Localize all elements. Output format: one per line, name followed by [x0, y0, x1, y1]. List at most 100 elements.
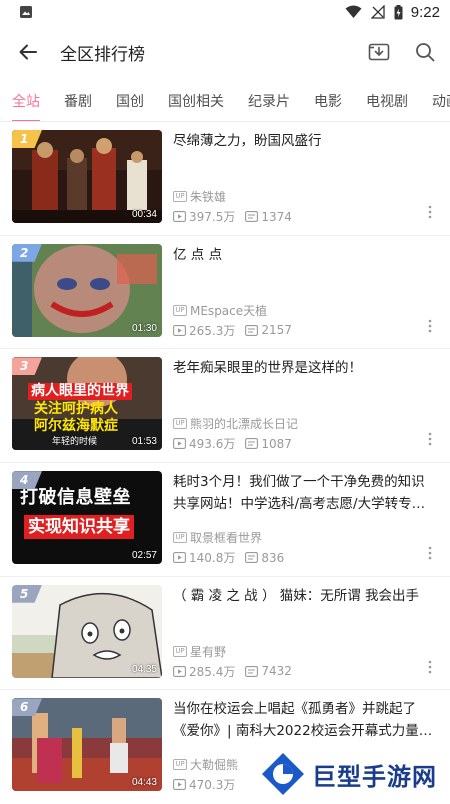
- danmaku-count-icon: [245, 324, 259, 336]
- video-title: 老年痴呆眼里的世界是这样的！: [173, 360, 362, 377]
- danmaku-count: 1374: [261, 209, 292, 224]
- view-count: 470.3万: [189, 778, 236, 793]
- video-duration: 01:53: [131, 436, 157, 448]
- list-item[interactable]: 病人眼里的世界 关注呵护病人 阿尔兹海默症 年轻的时候 3 01:53 老年痴呆…: [0, 349, 450, 464]
- more-options-button[interactable]: [422, 545, 438, 561]
- watermark-logo-icon: [262, 753, 304, 795]
- more-vertical-icon: [428, 319, 432, 332]
- back-button[interactable]: [0, 24, 56, 80]
- uploader-name: 星有野: [190, 644, 227, 659]
- thumbnail-caption: 病人眼里的世界: [28, 383, 132, 401]
- tab-tv-series[interactable]: 电视剧: [354, 80, 420, 121]
- more-vertical-icon: [428, 660, 432, 674]
- video-duration: 02:57: [131, 550, 157, 562]
- uploader-name: 朱铁雄: [190, 190, 227, 204]
- uploader: UP 大勒倔熊: [173, 756, 238, 773]
- danmaku-count-icon: [245, 438, 259, 450]
- tab-guochuang[interactable]: 国创: [104, 80, 156, 121]
- thumbnail-caption: 阿尔兹海默症: [34, 418, 118, 435]
- video-duration: 04:35: [131, 663, 157, 675]
- app-bar: 全区排行榜: [0, 24, 450, 80]
- video-duration: 01:30: [131, 322, 157, 334]
- clock: 9:22: [410, 3, 440, 21]
- download-button[interactable]: [356, 24, 402, 80]
- up-badge-icon: UP: [173, 645, 187, 657]
- video-stats: 493.6万 1087: [173, 435, 302, 452]
- video-stats: 140.8万 836: [173, 549, 294, 566]
- page-title: 全区排行榜: [60, 44, 145, 65]
- tab-movie[interactable]: 电影: [302, 80, 354, 121]
- up-badge-icon: UP: [173, 304, 187, 316]
- more-options-button[interactable]: [422, 659, 438, 675]
- watermark: 巨型手游网: [260, 748, 450, 800]
- more-options-button[interactable]: [422, 204, 438, 220]
- more-options-button[interactable]: [422, 431, 438, 447]
- tab-documentary[interactable]: 纪录片: [236, 80, 302, 121]
- gallery-notification-icon: [19, 5, 33, 19]
- uploader-name: 熊羽的北漂成长日记: [190, 417, 299, 432]
- status-bar: 9:22: [0, 0, 450, 24]
- danmaku-count-icon: [245, 211, 259, 222]
- thumbnail-caption: 关注呵护病人: [34, 401, 118, 418]
- play-count-icon: [173, 552, 186, 564]
- tab-guochuang-related[interactable]: 国创相关: [156, 80, 236, 121]
- view-count: 140.8万: [189, 551, 236, 566]
- uploader-name: 取景框看世界: [190, 531, 263, 546]
- video-duration: 00:34: [131, 209, 157, 220]
- up-badge-icon: UP: [173, 191, 187, 202]
- download-icon: [368, 43, 390, 61]
- play-count-icon: [173, 211, 186, 222]
- up-badge-icon: UP: [173, 418, 187, 430]
- video-title: 亿 点 点: [173, 246, 223, 263]
- up-badge-icon: UP: [173, 532, 187, 544]
- video-thumbnail: 5 04:35: [12, 584, 162, 678]
- ranking-list: 1 00:34 尽绵薄之力，盼国风盛行 UP 朱铁雄 397.5万 1374 2…: [0, 122, 450, 804]
- video-duration: 04:43: [131, 777, 157, 789]
- search-button[interactable]: [402, 24, 448, 80]
- uploader-name: MEspace天植: [190, 303, 268, 318]
- uploader: UP MEspace天植: [173, 302, 267, 319]
- video-thumbnail: 病人眼里的世界 关注呵护病人 阿尔兹海默症 年轻的时候 3 01:53: [12, 357, 162, 451]
- thumbnail-caption: 实现知识共享: [24, 515, 134, 540]
- battery-charging-icon: [394, 4, 403, 20]
- video-title: （ 霸 凌 之 战 ） 猫妹：无所谓 我会出手: [173, 587, 420, 604]
- uploader: UP 熊羽的北漂成长日记: [173, 415, 298, 432]
- view-count: 265.3万: [189, 323, 236, 338]
- danmaku-count: 7432: [261, 664, 292, 679]
- uploader: UP 取景框看世界: [173, 529, 262, 546]
- watermark-text: 巨型手游网: [312, 762, 437, 791]
- video-stats: 265.3万 2157: [173, 322, 302, 339]
- video-title: 当你在校运会上唱起《孤勇者》并跳起了《爱你》| 南科大2022校运会开幕式力量…: [173, 701, 433, 740]
- danmaku-count: 836: [261, 550, 285, 565]
- video-thumbnail: 1 00:34: [12, 130, 162, 223]
- list-item[interactable]: 打破信息壁垒 实现知识共享 4 02:57 耗时3个月！我们做了一个干净免费的知…: [0, 463, 450, 577]
- danmaku-count-icon: [245, 665, 259, 677]
- list-item[interactable]: 2 01:30 亿 点 点 UP MEspace天植 265.3万 2157: [0, 236, 450, 350]
- tab-bangumi[interactable]: 番剧: [52, 80, 104, 121]
- tab-all[interactable]: 全站: [0, 80, 52, 121]
- video-stats: 397.5万 1374: [173, 208, 302, 225]
- danmaku-count: 2157: [261, 323, 292, 338]
- search-icon: [416, 43, 435, 62]
- video-thumbnail: 打破信息壁垒 实现知识共享 4 02:57: [12, 471, 162, 565]
- view-count: 493.6万: [189, 437, 236, 452]
- tab-animation[interactable]: 动画: [420, 80, 450, 121]
- danmaku-count-icon: [245, 552, 259, 564]
- more-options-button[interactable]: [422, 318, 438, 334]
- video-title: 耗时3个月！我们做了一个干净免费的知识共享网站！中学选科/高考志愿/大学转专…: [173, 474, 426, 513]
- wifi-icon: [345, 5, 362, 19]
- list-item[interactable]: 1 00:34 尽绵薄之力，盼国风盛行 UP 朱铁雄 397.5万 1374: [0, 122, 450, 236]
- up-badge-icon: UP: [173, 759, 187, 771]
- thumbnail-caption: 打破信息壁垒: [20, 487, 131, 509]
- uploader: UP 星有野: [173, 643, 226, 660]
- play-count-icon: [173, 665, 186, 677]
- more-vertical-icon: [428, 546, 432, 560]
- list-item[interactable]: 5 04:35 （ 霸 凌 之 战 ） 猫妹：无所谓 我会出手 UP 星有野 2…: [0, 577, 450, 691]
- no-signal-icon: [370, 5, 385, 19]
- video-thumbnail: 2 01:30: [12, 243, 162, 337]
- thumbnail-caption: 年轻的时候: [52, 437, 98, 448]
- more-vertical-icon: [428, 205, 432, 219]
- more-vertical-icon: [428, 433, 432, 446]
- view-count: 397.5万: [189, 210, 236, 224]
- play-count-icon: [173, 438, 186, 450]
